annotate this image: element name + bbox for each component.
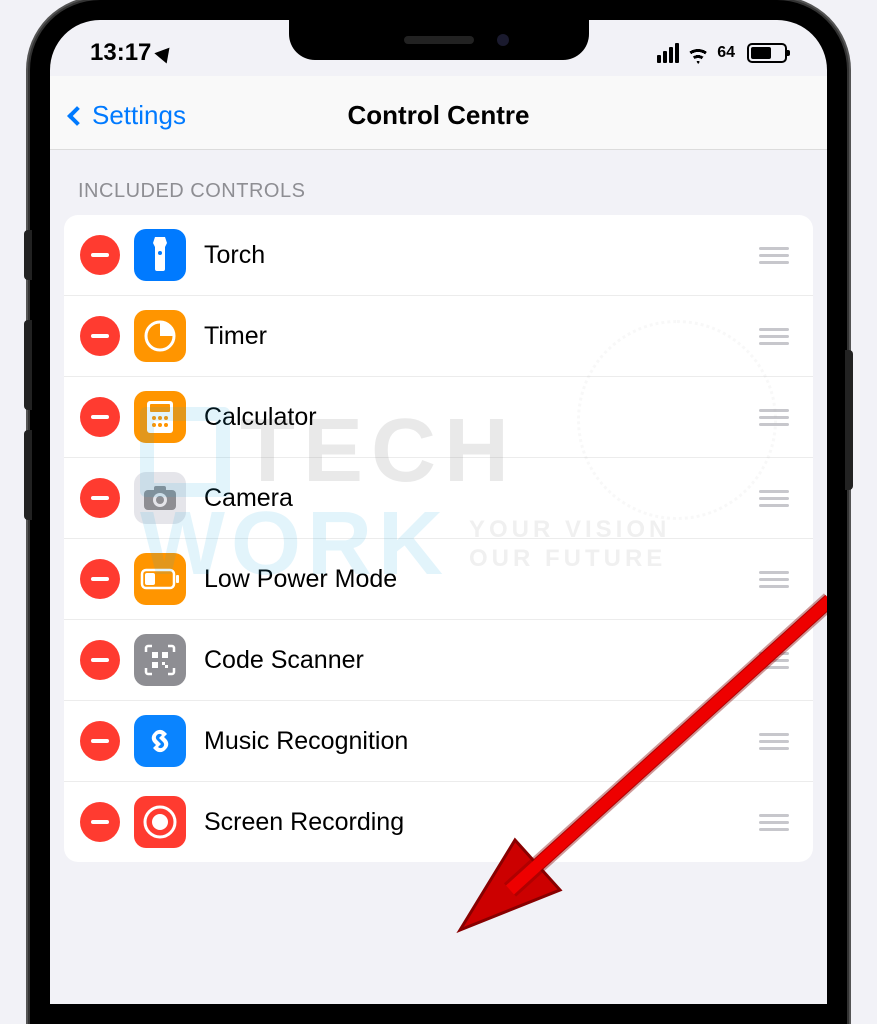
row-label: Code Scanner — [204, 646, 751, 675]
list-item: Music Recognition — [64, 701, 813, 782]
nav-bar: Settings Control Centre — [50, 76, 827, 150]
row-label: Low Power Mode — [204, 565, 751, 594]
row-label: Torch — [204, 241, 751, 270]
chevron-left-icon — [67, 106, 87, 126]
list-item: Timer — [64, 296, 813, 377]
phone-frame: 13:17 64 Settings Control Centre — [30, 0, 847, 1024]
remove-button[interactable] — [80, 802, 120, 842]
drag-handle-icon[interactable] — [751, 652, 797, 669]
row-label: Camera — [204, 484, 751, 513]
calculator-icon — [134, 391, 186, 443]
drag-handle-icon[interactable] — [751, 733, 797, 750]
remove-button[interactable] — [80, 316, 120, 356]
shazam-icon — [134, 715, 186, 767]
speaker — [404, 36, 474, 44]
battery-icon — [134, 553, 186, 605]
page-title: Control Centre — [348, 100, 530, 131]
power-button — [845, 350, 853, 490]
drag-handle-icon[interactable] — [751, 247, 797, 264]
list-item: Screen Recording — [64, 782, 813, 862]
row-label: Music Recognition — [204, 727, 751, 756]
drag-handle-icon[interactable] — [751, 409, 797, 426]
list-item: Torch — [64, 215, 813, 296]
remove-button[interactable] — [80, 235, 120, 275]
camera-icon — [134, 472, 186, 524]
screen: 13:17 64 Settings Control Centre — [50, 20, 827, 1004]
list-item: Camera — [64, 458, 813, 539]
timer-icon — [134, 310, 186, 362]
torch-icon — [134, 229, 186, 281]
cellular-icon — [657, 43, 679, 63]
remove-button[interactable] — [80, 478, 120, 518]
back-button[interactable]: Settings — [70, 100, 186, 131]
list-item: Code Scanner — [64, 620, 813, 701]
drag-handle-icon[interactable] — [751, 328, 797, 345]
remove-button[interactable] — [80, 559, 120, 599]
row-label: Screen Recording — [204, 808, 751, 837]
row-label: Timer — [204, 322, 751, 351]
record-icon — [134, 796, 186, 848]
battery-percent: 64 — [717, 44, 735, 62]
remove-button[interactable] — [80, 397, 120, 437]
included-controls-list: Torch Timer Calculator — [64, 215, 813, 862]
battery-icon — [747, 43, 787, 63]
remove-button[interactable] — [80, 721, 120, 761]
front-camera — [497, 34, 509, 46]
row-label: Calculator — [204, 403, 751, 432]
section-header: INCLUDED CONTROLS — [50, 150, 827, 215]
drag-handle-icon[interactable] — [751, 490, 797, 507]
notch — [289, 20, 589, 60]
clock: 13:17 — [90, 39, 151, 67]
drag-handle-icon[interactable] — [751, 814, 797, 831]
list-item: Calculator — [64, 377, 813, 458]
remove-button[interactable] — [80, 640, 120, 680]
volume-up-button — [24, 320, 32, 410]
back-label: Settings — [92, 100, 186, 131]
location-icon — [155, 42, 176, 63]
wifi-icon — [687, 42, 709, 64]
silent-switch — [24, 230, 32, 280]
qr-icon — [134, 634, 186, 686]
drag-handle-icon[interactable] — [751, 571, 797, 588]
list-item: Low Power Mode — [64, 539, 813, 620]
volume-down-button — [24, 430, 32, 520]
